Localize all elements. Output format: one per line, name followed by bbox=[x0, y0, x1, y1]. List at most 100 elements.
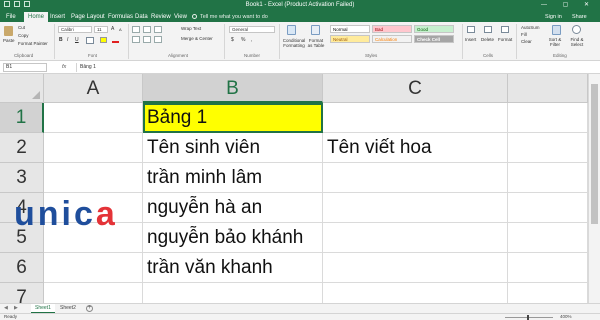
cell-a6[interactable] bbox=[44, 253, 143, 283]
grow-font-button[interactable]: A bbox=[111, 26, 114, 32]
zoom-slider[interactable] bbox=[505, 315, 553, 320]
style-calculation[interactable]: Calculation bbox=[372, 35, 412, 43]
sheet-nav-prev-icon[interactable]: ◀ bbox=[4, 305, 8, 312]
cell-b4[interactable]: nguyễn hà an bbox=[143, 193, 323, 223]
cell-a7[interactable] bbox=[44, 283, 143, 303]
tab-page-layout[interactable]: Page Layout bbox=[71, 12, 105, 22]
name-box[interactable]: B1 bbox=[3, 63, 47, 72]
font-size-select[interactable]: 11 bbox=[94, 26, 108, 33]
column-header-c[interactable]: C bbox=[323, 74, 508, 103]
formula-input[interactable]: Bảng 1 bbox=[76, 63, 596, 72]
cell-b7[interactable] bbox=[143, 283, 323, 303]
style-good[interactable]: Good bbox=[414, 25, 454, 33]
cell-b5[interactable]: nguyễn bảo khánh bbox=[143, 223, 323, 253]
cut-button[interactable]: Cut bbox=[18, 25, 25, 31]
align-left-icon[interactable] bbox=[132, 36, 140, 43]
align-right-icon[interactable] bbox=[154, 36, 162, 43]
row-header[interactable]: 1 bbox=[0, 103, 44, 133]
autosum-button[interactable]: AutoSum bbox=[521, 25, 540, 31]
tab-data[interactable]: Data bbox=[135, 12, 148, 22]
format-painter-button[interactable]: Format Painter bbox=[18, 41, 48, 47]
format-as-table-button[interactable]: Format as Table bbox=[307, 38, 325, 48]
sign-in-link[interactable]: Sign in bbox=[545, 12, 562, 22]
zoom-slider-knob[interactable] bbox=[527, 315, 529, 320]
merge-center-button[interactable]: Merge & Center bbox=[181, 36, 213, 42]
insert-cells-button[interactable]: Insert bbox=[465, 37, 476, 43]
clear-button[interactable]: Clear bbox=[521, 39, 532, 45]
cell-a1[interactable] bbox=[44, 103, 143, 133]
tell-me-search[interactable]: Tell me what you want to do bbox=[192, 12, 268, 22]
column-header-b[interactable]: B bbox=[143, 74, 323, 103]
align-bottom-icon[interactable] bbox=[154, 26, 162, 33]
sort-filter-icon[interactable] bbox=[552, 25, 561, 35]
cell-d4[interactable] bbox=[508, 193, 588, 223]
cell-c1[interactable] bbox=[323, 103, 508, 133]
cell-c6[interactable] bbox=[323, 253, 508, 283]
zoom-level[interactable]: 400% bbox=[560, 314, 572, 320]
align-top-icon[interactable] bbox=[132, 26, 140, 33]
cell-d5[interactable] bbox=[508, 223, 588, 253]
format-as-table-icon[interactable] bbox=[311, 25, 320, 35]
sort-filter-button[interactable]: Sort & Filter bbox=[545, 37, 565, 47]
find-select-icon[interactable] bbox=[572, 25, 581, 34]
sheet-tab-sheet1[interactable]: Sheet1 bbox=[31, 304, 55, 313]
cell-a2[interactable] bbox=[44, 133, 143, 163]
number-format-select[interactable]: General bbox=[229, 26, 275, 33]
tab-review[interactable]: Review bbox=[151, 12, 171, 22]
bold-button[interactable]: B bbox=[59, 37, 63, 43]
comma-button[interactable]: , bbox=[251, 37, 252, 43]
fill-color-icon[interactable] bbox=[100, 37, 107, 43]
fill-button[interactable]: Fill bbox=[521, 32, 527, 38]
cell-d3[interactable] bbox=[508, 163, 588, 193]
tab-formulas[interactable]: Formulas bbox=[108, 12, 133, 22]
align-center-icon[interactable] bbox=[143, 36, 151, 43]
column-header-a[interactable]: A bbox=[44, 74, 143, 103]
scrollbar-thumb[interactable] bbox=[591, 84, 598, 224]
cell-c2[interactable]: Tên viết hoa bbox=[323, 133, 508, 163]
tab-view[interactable]: View bbox=[174, 12, 187, 22]
window-controls[interactable]: — ▢ ✕ bbox=[541, 1, 596, 9]
cell-a3[interactable] bbox=[44, 163, 143, 193]
row-header[interactable]: 7 bbox=[0, 283, 44, 303]
wrap-text-button[interactable]: Wrap Text bbox=[181, 26, 201, 32]
conditional-formatting-icon[interactable] bbox=[287, 25, 296, 35]
cell-c3[interactable] bbox=[323, 163, 508, 193]
percent-button[interactable]: % bbox=[241, 37, 245, 43]
style-neutral[interactable]: Neutral bbox=[330, 35, 370, 43]
style-check-cell[interactable]: Check Cell bbox=[414, 35, 454, 43]
sheet-nav-next-icon[interactable]: ▶ bbox=[14, 305, 18, 312]
row-header[interactable]: 2 bbox=[0, 133, 44, 163]
cell-d7[interactable] bbox=[508, 283, 588, 303]
copy-button[interactable]: Copy bbox=[18, 33, 29, 39]
italic-button[interactable]: I bbox=[67, 37, 68, 43]
currency-button[interactable]: $ bbox=[231, 37, 234, 43]
cell-d2[interactable] bbox=[508, 133, 588, 163]
underline-button[interactable]: U bbox=[75, 37, 79, 43]
share-button[interactable]: Share bbox=[572, 12, 587, 22]
cell-d6[interactable] bbox=[508, 253, 588, 283]
sheet-tab-sheet2[interactable]: Sheet2 bbox=[56, 304, 80, 313]
vertical-scrollbar[interactable] bbox=[588, 74, 600, 303]
tab-file[interactable]: File bbox=[6, 12, 16, 22]
insert-cells-icon[interactable] bbox=[467, 26, 475, 33]
borders-icon[interactable] bbox=[86, 37, 94, 44]
format-cells-button[interactable]: Format bbox=[498, 37, 512, 43]
conditional-formatting-button[interactable]: Conditional Formatting bbox=[281, 38, 307, 48]
tab-insert[interactable]: Insert bbox=[50, 12, 65, 22]
style-bad[interactable]: Bad bbox=[372, 25, 412, 33]
cell-b2[interactable]: Tên sinh viên bbox=[143, 133, 323, 163]
cell-c7[interactable] bbox=[323, 283, 508, 303]
shrink-font-button[interactable]: A bbox=[119, 27, 122, 33]
cell-b3[interactable]: trần minh lâm bbox=[143, 163, 323, 193]
delete-cells-button[interactable]: Delete bbox=[481, 37, 494, 43]
add-sheet-icon[interactable]: + bbox=[86, 305, 93, 312]
style-normal[interactable]: Normal bbox=[330, 25, 370, 33]
format-cells-icon[interactable] bbox=[501, 26, 509, 33]
cell-c5[interactable] bbox=[323, 223, 508, 253]
column-header-d[interactable] bbox=[508, 74, 588, 103]
paste-button[interactable]: Paste bbox=[3, 38, 15, 44]
paste-icon[interactable] bbox=[4, 26, 13, 36]
font-name-select[interactable]: Calibri bbox=[58, 26, 92, 33]
find-select-button[interactable]: Find & Select bbox=[566, 37, 588, 47]
select-all-button[interactable] bbox=[0, 74, 44, 103]
